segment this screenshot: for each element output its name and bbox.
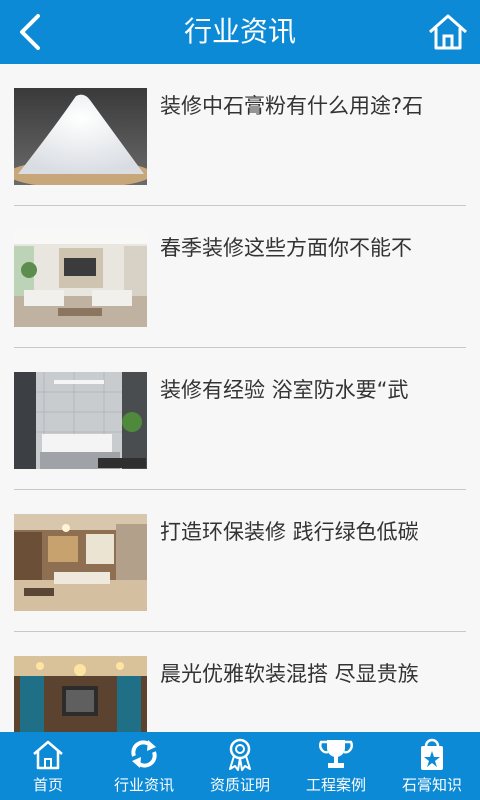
- tab-label: 石膏知识: [401, 776, 462, 794]
- shopping-bag-star-icon: [421, 738, 443, 770]
- tab-projects[interactable]: 工程案例: [288, 732, 384, 800]
- bottom-tab-bar: 首页 行业资讯 资质证明 工程案例 石膏知识: [0, 732, 480, 800]
- home-button[interactable]: [424, 8, 472, 56]
- tab-gypsum-knowledge[interactable]: 石膏知识: [384, 732, 480, 800]
- top-bar: 行业资讯: [0, 0, 480, 64]
- trophy-icon: [319, 740, 353, 768]
- tab-home[interactable]: 首页: [0, 732, 96, 800]
- award-ribbon-icon: [229, 738, 251, 771]
- list-item[interactable]: 装修中石膏粉有什么用途?石: [0, 64, 480, 206]
- home-icon: [33, 740, 63, 770]
- article-title: 打造环保装修 践行绿色低碳: [160, 520, 419, 544]
- article-title: 春季装修这些方面你不能不: [160, 236, 412, 260]
- article-list: 装修中石膏粉有什么用途?石 春季装修这些方面你不能不 装修有经验 浴室防水要“武…: [0, 64, 480, 732]
- article-title: 装修有经验 浴室防水要“武: [160, 378, 409, 402]
- list-item[interactable]: 春季装修这些方面你不能不: [0, 206, 480, 348]
- article-title: 装修中石膏粉有什么用途?石: [160, 94, 424, 118]
- gypsum-powder-photo: [14, 88, 147, 185]
- list-item[interactable]: 打造环保装修 践行绿色低碳: [0, 490, 480, 632]
- tab-qualification[interactable]: 资质证明: [192, 732, 288, 800]
- bathroom-photo: [14, 372, 147, 469]
- list-item[interactable]: 晨光优雅软装混搭 尽显贵族: [0, 632, 480, 732]
- refresh-icon: [131, 740, 157, 768]
- tab-label: 行业资讯: [113, 776, 174, 794]
- living-room-photo: [14, 514, 147, 611]
- tab-label: 资质证明: [209, 776, 270, 794]
- list-item[interactable]: 装修有经验 浴室防水要“武: [0, 348, 480, 490]
- luxury-interior-photo: [14, 656, 147, 732]
- living-room-photo: [14, 230, 147, 327]
- home-icon: [429, 14, 467, 50]
- tab-label: 首页: [32, 776, 63, 794]
- tab-industry-news[interactable]: 行业资讯: [96, 732, 192, 800]
- tab-label: 工程案例: [305, 776, 366, 794]
- article-title: 晨光优雅软装混搭 尽显贵族: [160, 662, 419, 686]
- page-title: 行业资讯: [183, 15, 296, 48]
